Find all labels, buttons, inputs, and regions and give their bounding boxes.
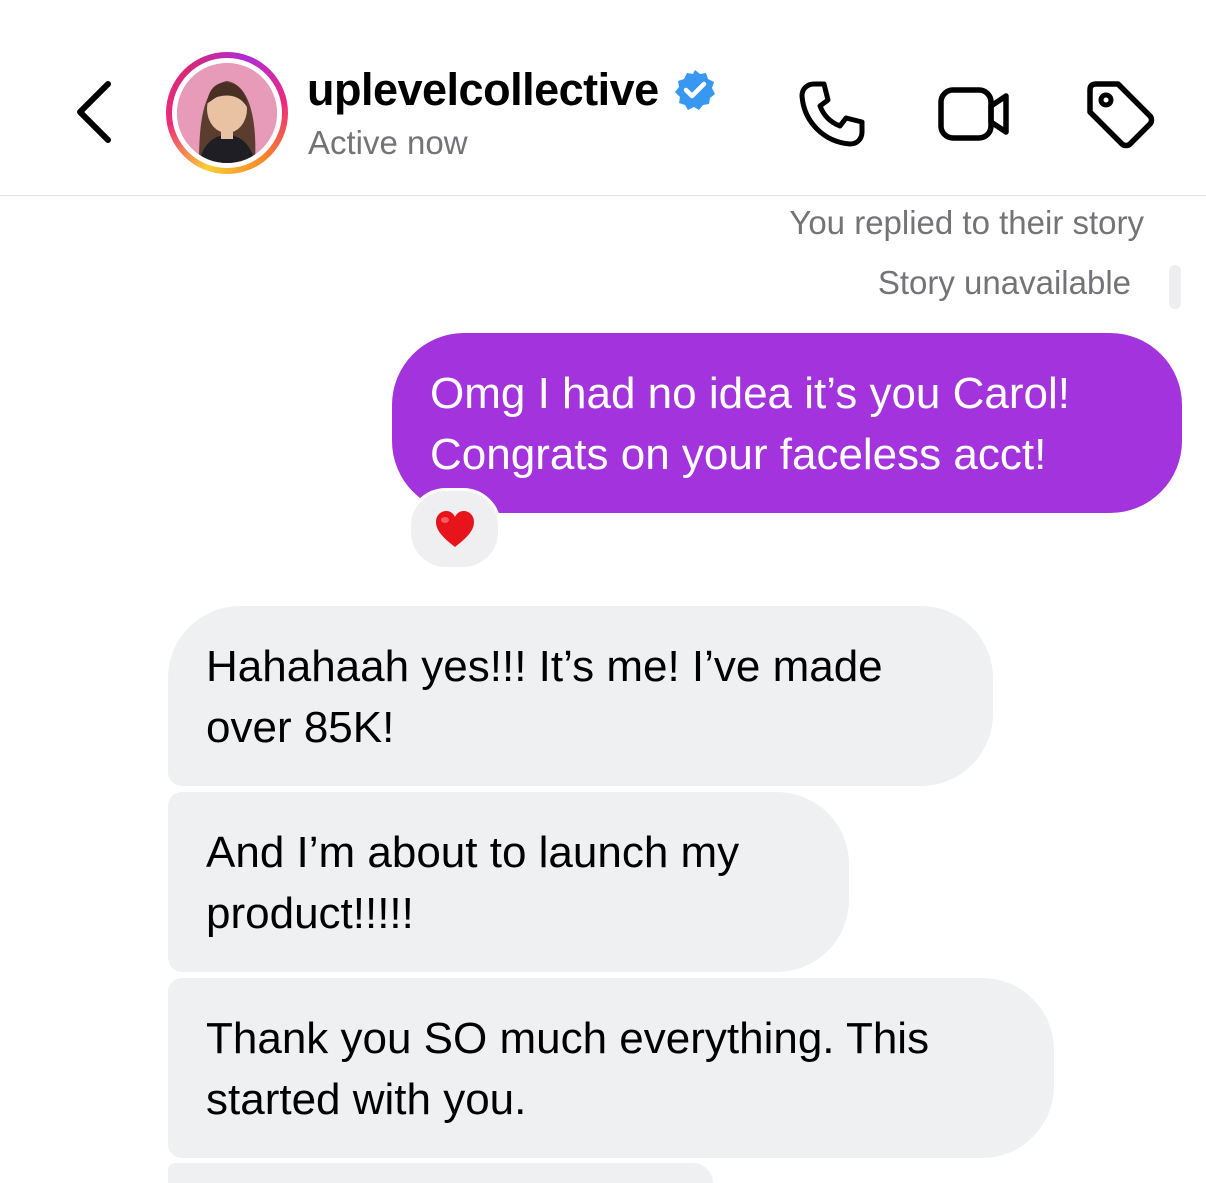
message-line: over 85K! — [206, 703, 395, 752]
heart-reaction[interactable] — [408, 488, 501, 570]
message-line: started with you. — [206, 1075, 527, 1124]
video-camera-icon — [938, 87, 1009, 141]
story-reply-label: You replied to their story — [789, 204, 1144, 241]
incoming-message[interactable]: Hahahaah yes!!! It’s me! I’ve made over … — [168, 606, 993, 786]
username-link[interactable]: uplevelcollective — [307, 60, 717, 120]
message-line: Hahahaah yes!!! It’s me! I’ve made — [206, 642, 883, 691]
message-line: Thank you SO much everything. This — [206, 1014, 930, 1063]
message-line: Omg I had no idea it’s you Carol! — [430, 369, 1070, 418]
back-button[interactable] — [70, 78, 118, 146]
story-unavailable-label: Story unavailable — [877, 264, 1131, 301]
chat-header: uplevelcollective Active now — [0, 0, 1206, 196]
label-button[interactable] — [1082, 76, 1158, 152]
next-message-edge — [168, 1163, 713, 1183]
verified-badge-icon — [674, 70, 715, 110]
story-reply-indicator — [1169, 265, 1181, 309]
tag-icon — [1087, 81, 1155, 149]
phone-icon — [799, 81, 865, 147]
profile-photo — [177, 63, 277, 163]
active-status: Active now — [308, 124, 468, 161]
back-chevron-icon — [77, 81, 111, 143]
outgoing-message[interactable]: Omg I had no idea it’s you Carol! Congra… — [392, 333, 1182, 513]
voice-call-button[interactable] — [794, 76, 870, 152]
message-line: product!!!!! — [206, 889, 414, 938]
username: uplevelcollective — [307, 64, 659, 115]
heart-icon — [435, 511, 474, 547]
message-line: Congrats on your faceless acct! — [430, 430, 1047, 479]
incoming-message[interactable]: Thank you SO much everything. This start… — [168, 978, 1054, 1158]
message-line: And I’m about to launch my — [206, 828, 740, 877]
incoming-message[interactable]: And I’m about to launch my product!!!!! — [168, 792, 849, 972]
avatar[interactable] — [166, 52, 288, 174]
video-call-button[interactable] — [936, 76, 1012, 152]
